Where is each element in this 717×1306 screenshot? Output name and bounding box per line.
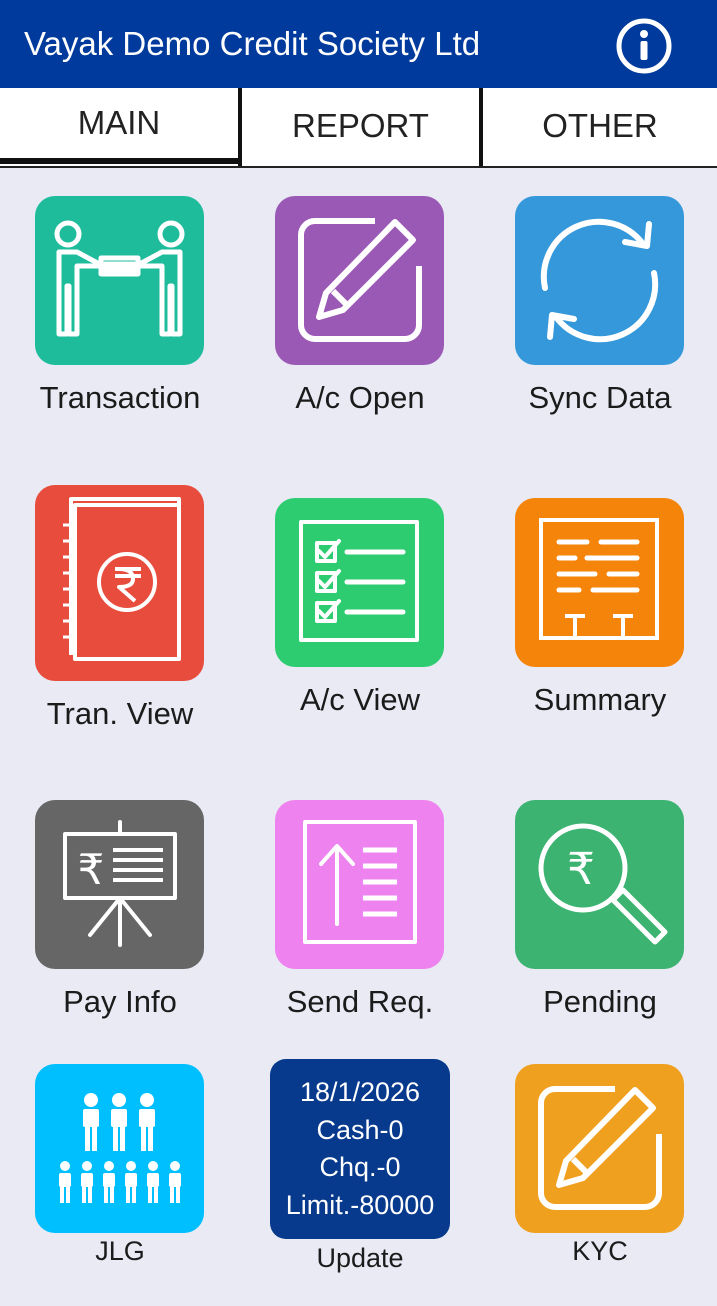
upload-list-icon xyxy=(303,820,417,944)
update-date: 18/1/2026 xyxy=(299,1077,421,1107)
edit-pencil-icon xyxy=(538,1086,662,1210)
ac-view-label: A/c View xyxy=(299,682,421,717)
transaction-button[interactable] xyxy=(35,196,204,365)
kyc-label: KYC xyxy=(572,1236,628,1266)
tab-bar: MAIN REPORT OTHER xyxy=(0,88,717,168)
ac-open-label: A/c Open xyxy=(295,380,425,415)
send-req-button[interactable] xyxy=(275,800,444,969)
ac-view-button[interactable] xyxy=(275,498,444,667)
transaction-label: Transaction xyxy=(39,380,201,415)
summary-button[interactable] xyxy=(515,498,684,667)
tran-view-button[interactable] xyxy=(35,485,204,681)
rupee-ledger-icon xyxy=(63,497,181,661)
edit-pencil-icon xyxy=(298,218,422,342)
pay-info-button[interactable]: ₹ xyxy=(35,800,204,969)
svg-text:₹: ₹ xyxy=(567,844,595,895)
summary-report-icon xyxy=(539,518,659,640)
jlg-button[interactable] xyxy=(35,1064,204,1233)
summary-label: Summary xyxy=(533,682,667,717)
rupee-search-icon: ₹ xyxy=(538,823,668,945)
tab-main[interactable]: MAIN xyxy=(0,88,238,164)
app-title: Vayak Demo Credit Society Ltd xyxy=(24,25,481,62)
update-label: Update xyxy=(316,1243,404,1273)
tab-other[interactable]: OTHER xyxy=(483,88,717,164)
jlg-label: JLG xyxy=(95,1236,145,1266)
group-people-icon xyxy=(59,1093,181,1203)
update-cheque: Chq.-0 xyxy=(319,1152,401,1182)
pending-label: Pending xyxy=(543,984,657,1019)
tran-view-label: Tran. View xyxy=(46,696,194,731)
ac-open-button[interactable] xyxy=(275,196,444,365)
info-icon[interactable] xyxy=(615,17,673,75)
sync-data-label: Sync Data xyxy=(528,380,672,415)
cash-handover-icon xyxy=(54,220,185,337)
update-status-button[interactable]: 18/1/2026 Cash-0 Chq.-0 Limit.-80000 xyxy=(270,1059,450,1239)
pay-info-label: Pay Info xyxy=(63,984,177,1019)
app-bar: Vayak Demo Credit Society Ltd xyxy=(0,0,717,88)
update-limit: Limit.-80000 xyxy=(285,1189,435,1220)
rupee-presentation-icon: ₹ xyxy=(63,820,177,947)
tab-report[interactable]: REPORT xyxy=(242,88,479,164)
checklist-icon xyxy=(299,520,419,642)
kyc-button[interactable] xyxy=(515,1064,684,1233)
send-req-label: Send Req. xyxy=(286,984,434,1019)
sync-data-button[interactable] xyxy=(515,196,684,365)
pending-button[interactable]: ₹ xyxy=(515,800,684,969)
sync-arrows-icon xyxy=(540,218,659,343)
svg-text:₹: ₹ xyxy=(78,845,105,894)
update-cash: Cash-0 xyxy=(316,1114,404,1145)
